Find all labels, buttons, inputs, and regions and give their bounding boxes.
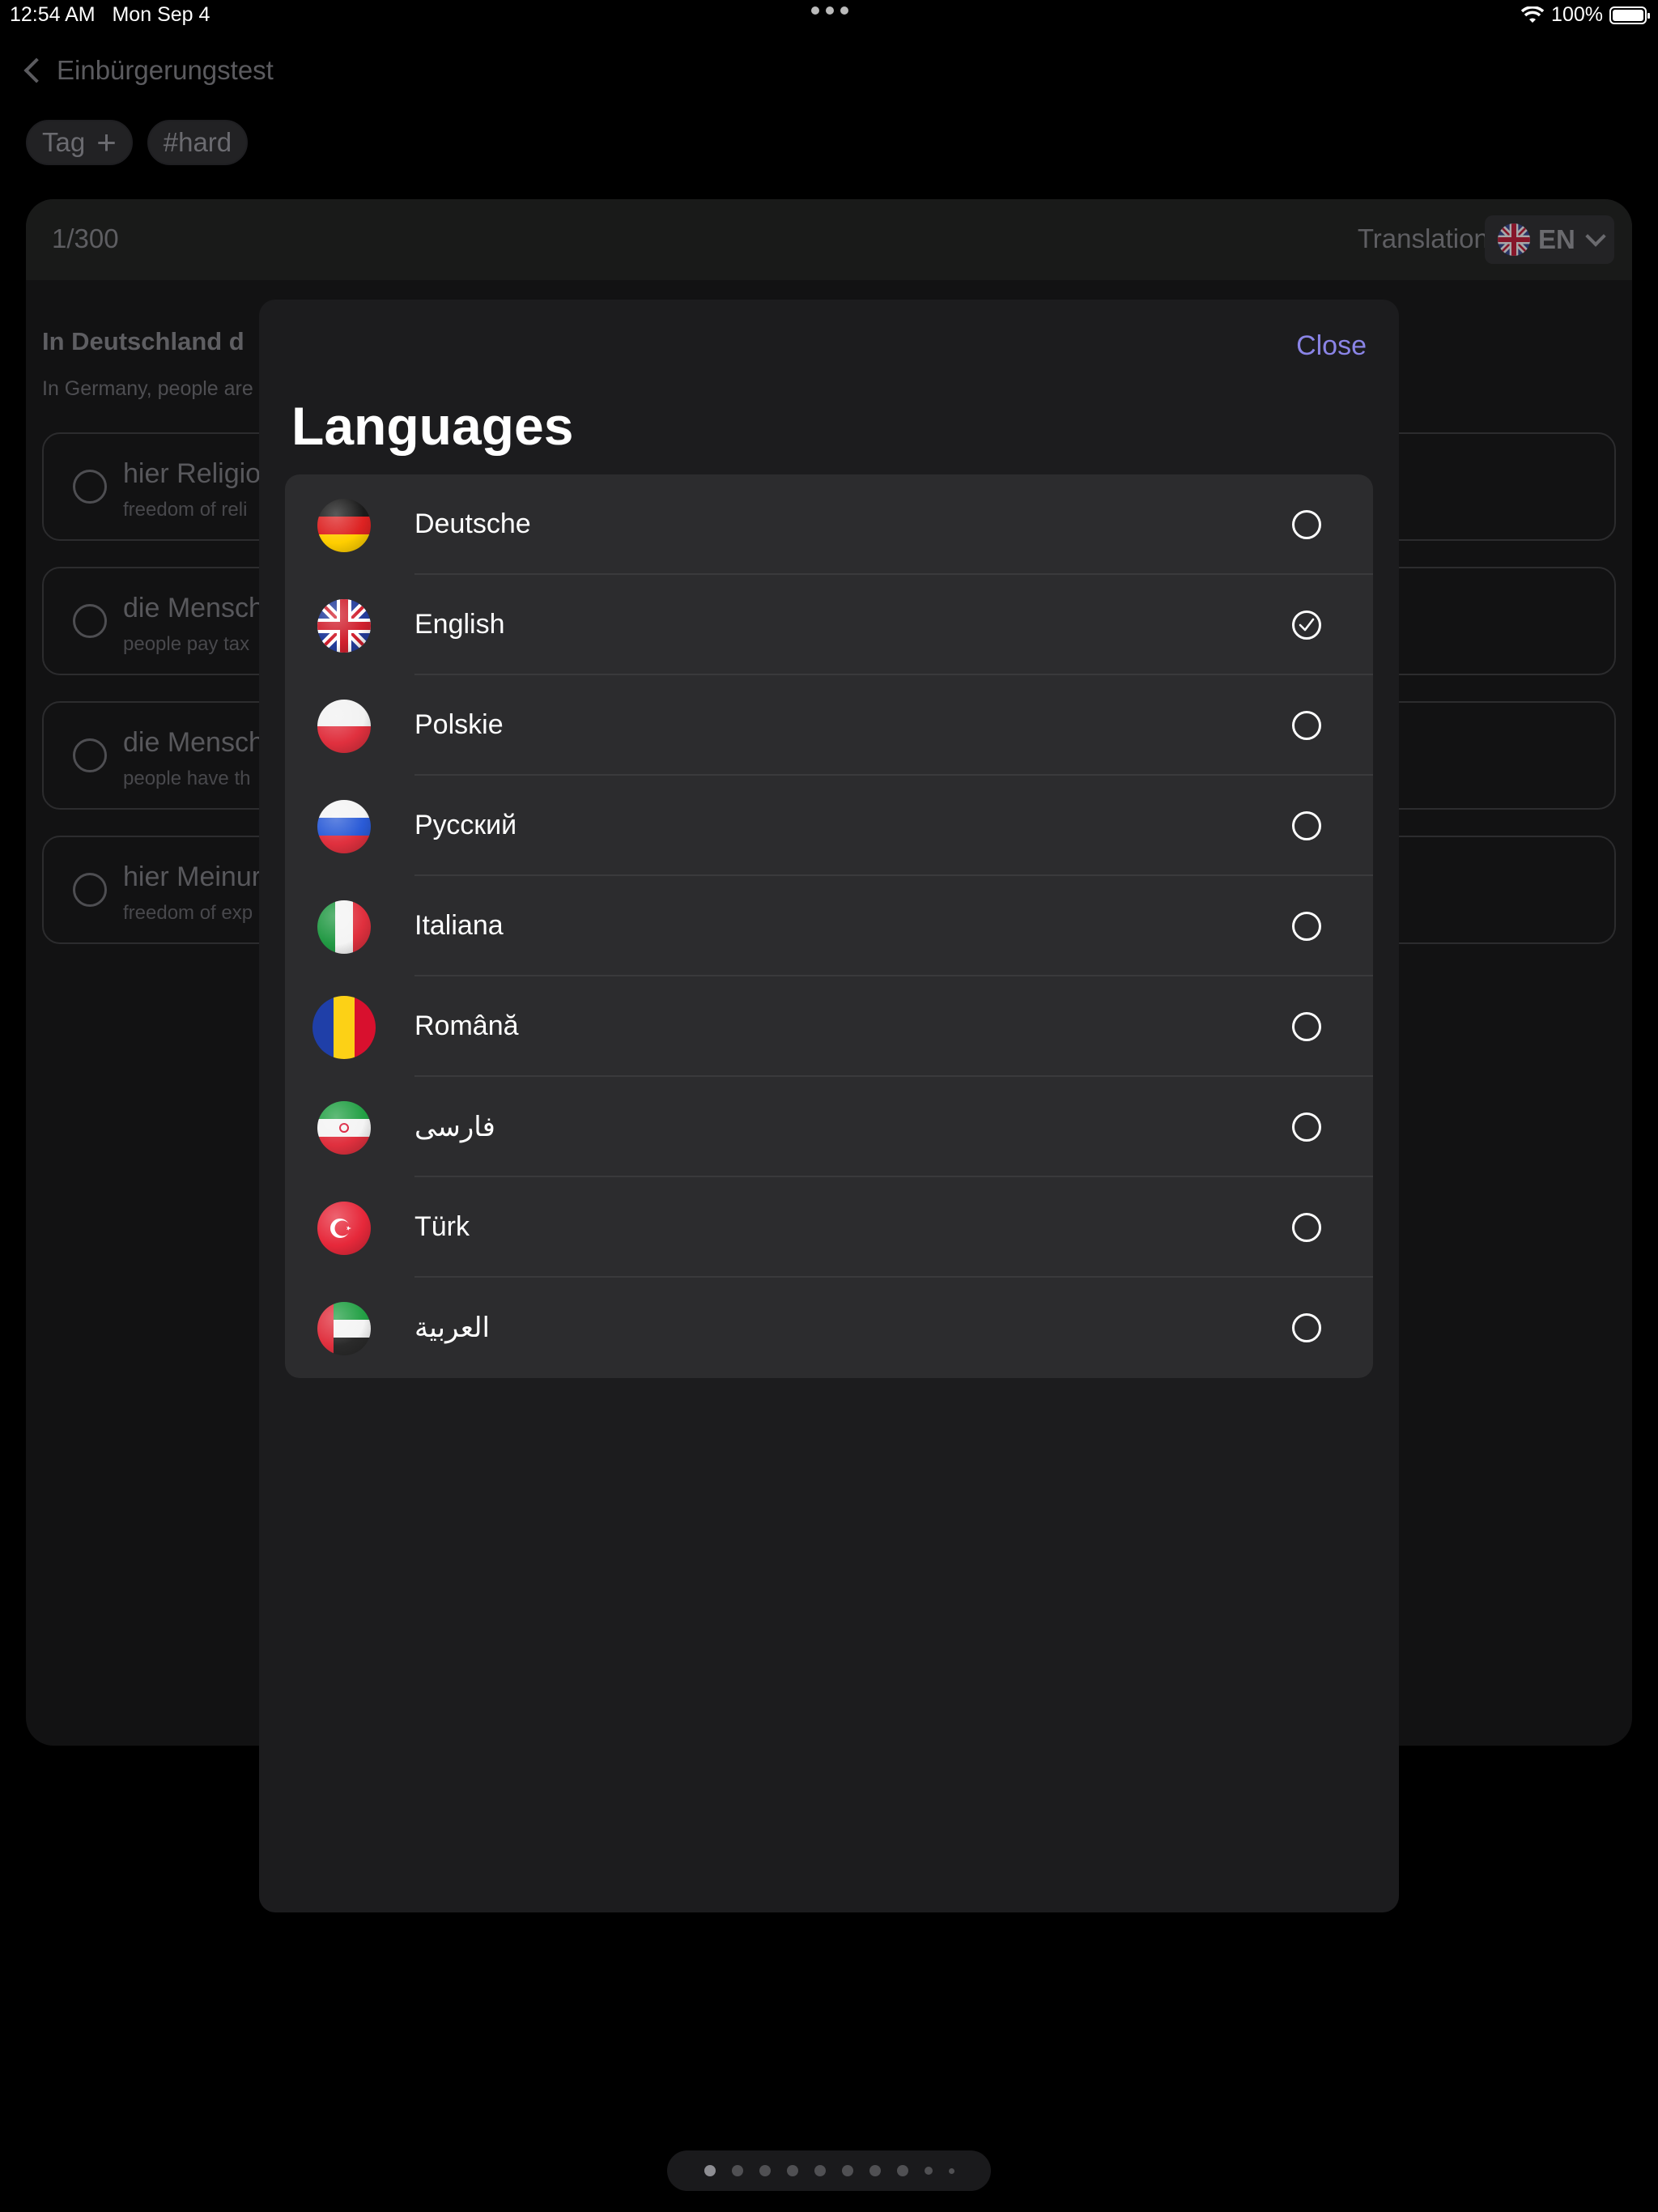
radio-icon[interactable] — [1292, 811, 1321, 840]
page-dot[interactable] — [841, 2165, 853, 2176]
radio-icon[interactable] — [1292, 1313, 1321, 1342]
question-counter: 1/300 — [52, 223, 119, 253]
add-tag-button[interactable]: Tag + — [26, 120, 133, 165]
radio-icon[interactable] — [1292, 1112, 1321, 1142]
page-dot[interactable] — [731, 2165, 743, 2176]
languages-sheet: Close Languages Deutsche English Polskie… — [259, 300, 1399, 1912]
radio-icon — [73, 470, 107, 504]
radio-icon[interactable] — [1292, 912, 1321, 941]
question-text: In Deutschland d — [42, 327, 244, 355]
checkmark-radio-icon[interactable] — [1292, 610, 1321, 640]
language-row-turkish[interactable]: Türk — [285, 1177, 1373, 1278]
answer-text: hier Meinur — [123, 861, 261, 892]
translation-label: Translation: — [1357, 223, 1496, 253]
language-row-arabic[interactable]: العربية — [285, 1278, 1373, 1378]
language-name: Italiana — [414, 910, 504, 941]
page-dot[interactable] — [786, 2165, 798, 2176]
language-row-russian[interactable]: Русский — [285, 776, 1373, 876]
romania-flag-icon — [312, 996, 376, 1059]
language-row-polish[interactable]: Polskie — [285, 675, 1373, 776]
page-indicator[interactable] — [667, 2150, 991, 2191]
answer-text: die Mensch — [123, 593, 264, 623]
answer-text: hier Religio — [123, 458, 261, 489]
answer-translation: freedom of reli — [123, 499, 248, 521]
language-name: English — [414, 609, 505, 640]
language-name: Polskie — [414, 709, 504, 740]
radio-icon[interactable] — [1292, 1213, 1321, 1242]
language-name: العربية — [414, 1312, 490, 1343]
language-name: فارسی — [414, 1112, 495, 1142]
page-dot[interactable] — [948, 2167, 954, 2174]
radio-icon — [73, 604, 107, 638]
page-dot[interactable] — [704, 2165, 716, 2176]
radio-icon[interactable] — [1292, 510, 1321, 539]
language-row-german[interactable]: Deutsche — [285, 474, 1373, 575]
language-row-english[interactable]: English — [285, 575, 1373, 675]
uk-flag-icon — [1498, 223, 1530, 256]
radio-icon — [73, 873, 107, 907]
radio-icon — [73, 738, 107, 772]
card-header: 1/300 Translation: EN — [26, 199, 1632, 280]
language-row-persian[interactable]: فارسی — [285, 1077, 1373, 1177]
plus-icon: + — [96, 123, 117, 161]
tag-label: Tag — [42, 127, 86, 157]
language-name: Română — [414, 1010, 519, 1041]
language-name: Deutsche — [414, 508, 531, 539]
sheet-title: Languages — [291, 396, 574, 456]
page-dot[interactable] — [924, 2167, 933, 2175]
language-name: Русский — [414, 810, 517, 840]
translation-dropdown[interactable]: EN — [1485, 215, 1614, 264]
back-button[interactable]: Einbürgerungstest — [21, 55, 274, 86]
language-name: Türk — [414, 1211, 470, 1242]
hashtag-label: #hard — [163, 127, 232, 157]
chevron-left-icon — [23, 57, 49, 83]
radio-icon[interactable] — [1292, 1012, 1321, 1041]
hashtag-chip[interactable]: #hard — [147, 120, 249, 165]
language-row-italian[interactable]: Italiana — [285, 876, 1373, 976]
answer-translation: people pay tax — [123, 633, 250, 655]
chevron-down-icon — [1585, 226, 1606, 247]
page-dot[interactable] — [896, 2165, 908, 2176]
page-dot[interactable] — [814, 2165, 826, 2176]
language-list: Deutsche English Polskie Русский Italian… — [285, 474, 1373, 1378]
page-dot[interactable] — [869, 2165, 881, 2176]
answer-translation: people have th — [123, 768, 251, 789]
close-button[interactable]: Close — [1296, 330, 1367, 362]
tag-bar: Tag + #hard — [26, 120, 249, 165]
question-translation: In Germany, people are — [42, 377, 253, 400]
language-row-romanian[interactable]: Română — [285, 976, 1373, 1077]
page-dot[interactable] — [759, 2165, 771, 2176]
radio-icon[interactable] — [1292, 711, 1321, 740]
translation-code: EN — [1538, 224, 1575, 254]
back-label: Einbürgerungstest — [57, 55, 274, 85]
answer-translation: freedom of exp — [123, 902, 253, 924]
answer-text: die Mensch — [123, 727, 264, 758]
